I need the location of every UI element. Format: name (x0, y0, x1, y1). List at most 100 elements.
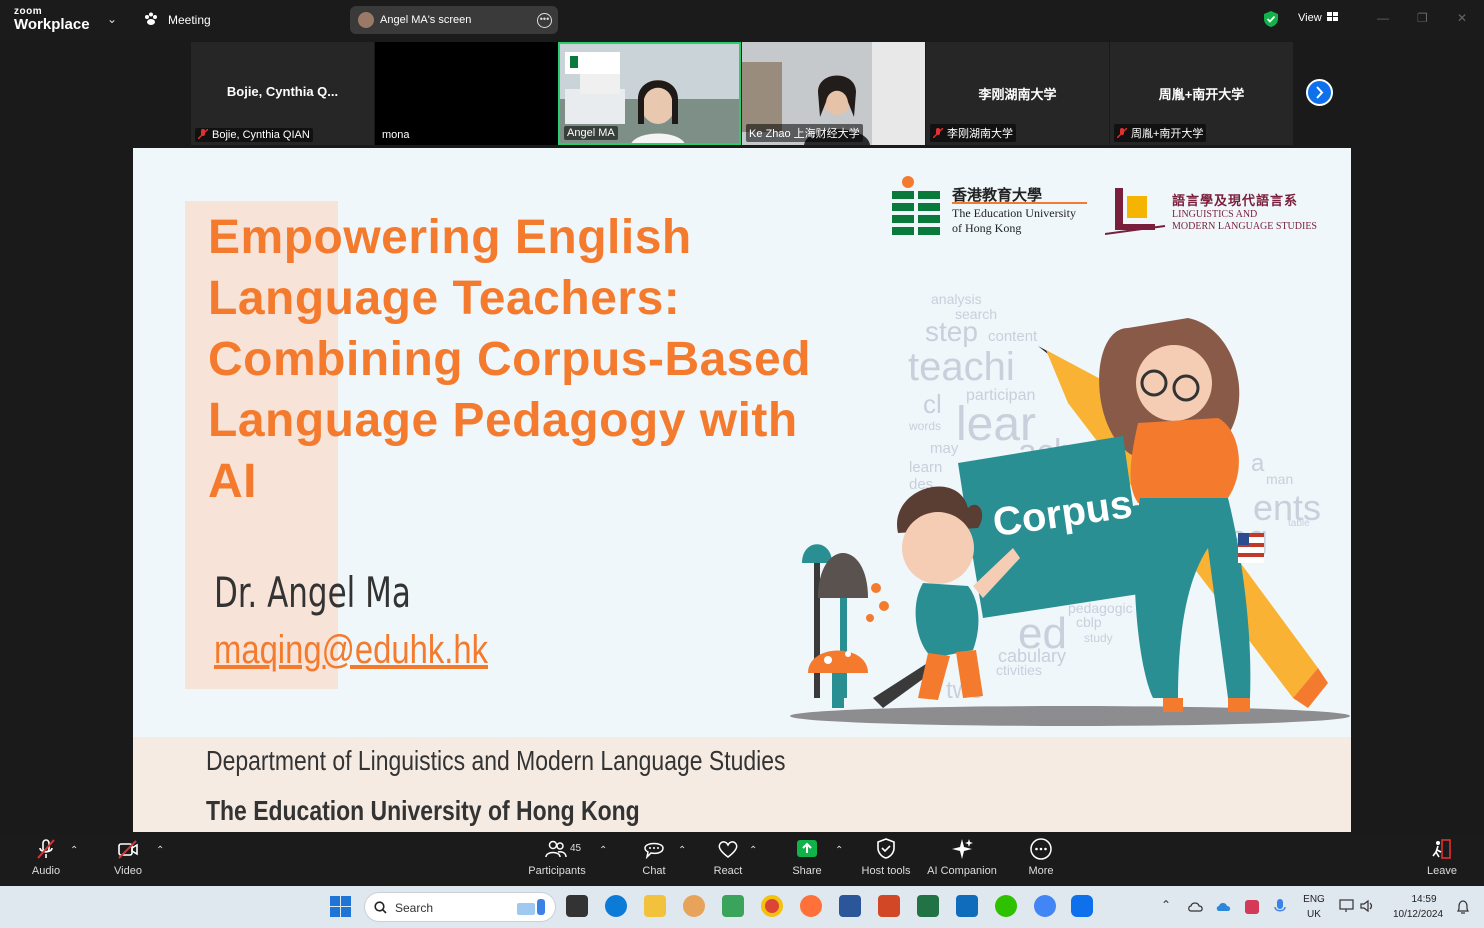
participants-button[interactable]: 45 Participants (526, 837, 588, 877)
eduhk-logo-en: The Education University (952, 206, 1076, 220)
react-label: React (713, 865, 743, 877)
search-highlight-icon (517, 899, 545, 915)
firefox-icon[interactable] (800, 895, 822, 917)
participant-label-text: mona (382, 129, 410, 141)
participant-label-text: 李刚湖南大学 (947, 128, 1013, 140)
svg-text:ctivities: ctivities (996, 662, 1042, 678)
security-shield-icon[interactable] (1263, 10, 1279, 28)
app-pinwheel-icon[interactable] (683, 895, 705, 917)
participant-tile[interactable]: 周胤+南开大学 周胤+南开大学 (1110, 42, 1293, 145)
participant-tile[interactable]: mona (375, 42, 558, 145)
view-menu[interactable]: View (1298, 12, 1322, 24)
svg-text:cl: cl (923, 389, 942, 419)
audio-button[interactable]: Audio (26, 837, 66, 877)
tray-app-icon[interactable] (1244, 899, 1260, 915)
microphone-icon[interactable] (1273, 898, 1287, 916)
minimize-icon[interactable]: — (1377, 11, 1389, 25)
share-button[interactable]: Share (787, 837, 827, 877)
close-icon[interactable]: ✕ (1457, 11, 1467, 25)
taskbar-search-box[interactable]: Search (364, 892, 556, 922)
slide-title-line: Combining Corpus-Based (208, 333, 812, 386)
participant-label: 李刚湖南大学 (930, 124, 1016, 142)
react-options-caret[interactable]: ⌃ (749, 845, 757, 856)
powerpoint-icon[interactable] (878, 895, 900, 917)
zoom-app-icon[interactable] (1071, 895, 1093, 917)
chat-icon (644, 842, 664, 860)
mic-off-icon (933, 128, 943, 138)
network-icon[interactable] (1339, 899, 1355, 913)
word-icon[interactable] (839, 895, 861, 917)
share-options-caret[interactable]: ⌃ (835, 845, 843, 856)
brand-workplace[interactable]: Workplace (14, 16, 90, 33)
heart-icon (718, 841, 738, 858)
more-button[interactable]: More (1021, 837, 1061, 877)
chrome-icon[interactable] (761, 895, 783, 917)
file-explorer-icon[interactable] (644, 895, 666, 917)
chat-options-caret[interactable]: ⌃ (678, 845, 686, 856)
windows-start-icon[interactable] (330, 896, 351, 917)
participant-tile[interactable]: Ke Zhao 上海财经大学 (742, 42, 925, 145)
input-language[interactable]: ENG (1300, 894, 1328, 905)
mic-off-icon (198, 129, 208, 139)
slide-title-line: Language Pedagogy with (208, 394, 798, 447)
task-view-icon[interactable] (566, 895, 588, 917)
excel-icon[interactable] (917, 895, 939, 917)
app-notes-icon[interactable] (722, 895, 744, 917)
video-options-caret[interactable]: ⌃ (156, 845, 164, 856)
video-button[interactable]: Video (108, 837, 148, 877)
react-button[interactable]: React (708, 837, 748, 877)
svg-text:teachi: teachi (908, 345, 1015, 389)
share-screen-icon (797, 840, 817, 857)
participants-label: Participants (528, 865, 586, 877)
chat-button[interactable]: Chat (634, 837, 674, 877)
participant-label-text: Bojie, Cynthia QIAN (212, 129, 310, 141)
meeting-paw-icon (145, 12, 157, 25)
participant-tile[interactable]: Bojie, Cynthia Q... Bojie, Cynthia QIAN (191, 42, 374, 145)
participant-label: 周胤+南开大学 (1114, 124, 1207, 142)
screen-share-pill[interactable]: Angel MA's screen ••• (350, 6, 558, 34)
participant-tile[interactable]: 李刚湖南大学 李刚湖南大学 (926, 42, 1109, 145)
mic-muted-icon (37, 839, 55, 859)
slide-title-line: Language Teachers: (208, 272, 681, 325)
slide-university: The Education University of Hong Kong (206, 795, 640, 826)
notification-bell-icon[interactable] (1455, 899, 1471, 915)
leave-button[interactable]: Leave (1422, 837, 1462, 877)
participant-label-text: Angel MA (567, 127, 615, 139)
participant-tile-active-speaker[interactable]: Angel MA (558, 42, 741, 145)
lmls-logo-en: LINGUISTICS AND (1172, 209, 1258, 220)
svg-text:study: study (1084, 631, 1113, 645)
shield-icon (877, 838, 895, 859)
onedrive-icon[interactable] (1188, 900, 1204, 912)
participants-options-caret[interactable]: ⌃ (599, 845, 607, 856)
more-options-icon[interactable]: ••• (537, 13, 552, 28)
chrome-profile-icon[interactable] (1034, 895, 1056, 917)
maximize-icon[interactable]: ❐ (1417, 11, 1428, 25)
grid-view-icon[interactable] (1327, 12, 1338, 22)
host-tools-button[interactable]: Host tools (858, 837, 914, 877)
edge-browser-icon[interactable] (605, 895, 627, 917)
participant-label: mona (379, 128, 413, 142)
outlook-icon[interactable] (956, 895, 978, 917)
onedrive-sync-icon[interactable] (1216, 900, 1232, 912)
tray-expand-icon[interactable]: ⌃ (1161, 898, 1171, 912)
next-page-button[interactable] (1306, 79, 1333, 106)
participant-label: Ke Zhao 上海财经大学 (746, 124, 863, 142)
clock-date[interactable]: 10/12/2024 (1388, 909, 1448, 920)
speaker-icon[interactable] (1360, 899, 1376, 913)
meeting-menu[interactable]: Meeting (168, 13, 211, 27)
clock-time[interactable]: 14:59 (1400, 894, 1448, 905)
leave-label: Leave (1427, 865, 1457, 877)
input-locale[interactable]: UK (1300, 909, 1328, 920)
wechat-icon[interactable] (995, 895, 1017, 917)
audio-options-caret[interactable]: ⌃ (70, 845, 78, 856)
ai-companion-button[interactable]: AI Companion (926, 837, 998, 877)
eduhk-logo-icon (892, 176, 940, 235)
windows-taskbar: Search ⌃ ENG UK 14:59 10/12/2024 (0, 886, 1484, 928)
slide-department: Department of Linguistics and Modern Lan… (206, 745, 786, 776)
chevron-down-icon[interactable]: ⌄ (107, 12, 117, 26)
eduhk-logo-en: of Hong Kong (952, 221, 1022, 235)
participant-name: 李刚湖南大学 (978, 87, 1057, 102)
slide-title-line: AI (208, 455, 257, 508)
lmls-logo-icon (1105, 188, 1166, 235)
slide-email-link[interactable]: maqing@eduhk.hk (214, 628, 488, 673)
